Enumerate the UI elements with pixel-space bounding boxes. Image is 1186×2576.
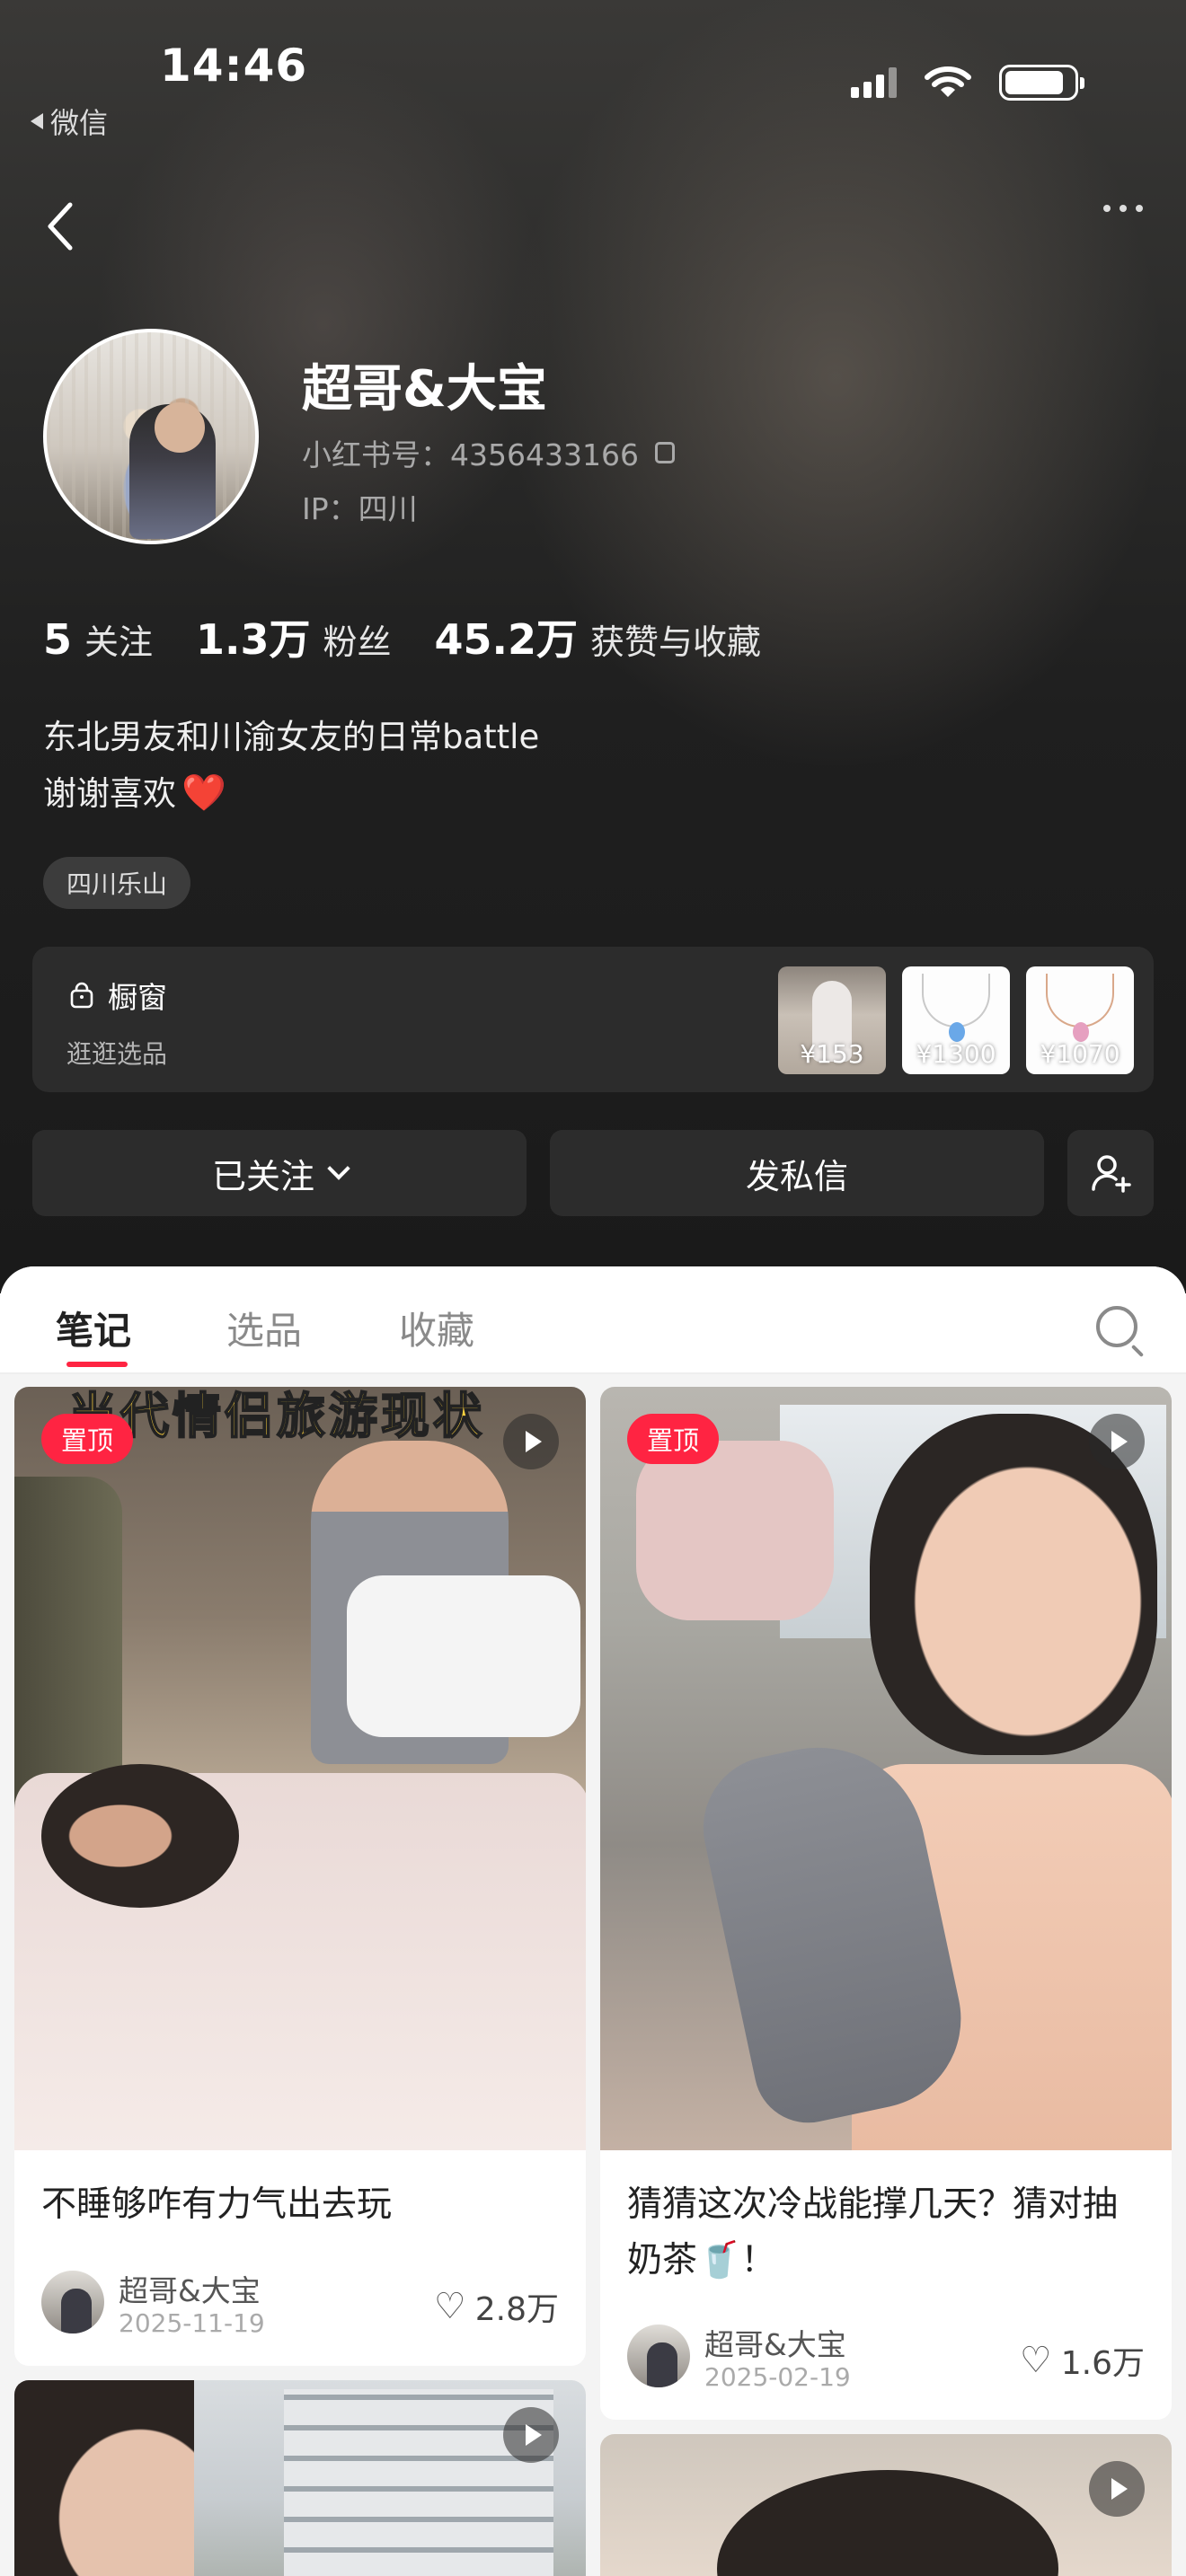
profile-ip: IP：四川 — [302, 491, 418, 526]
chevron-down-icon — [327, 1157, 350, 1180]
wifi-icon — [925, 66, 971, 97]
note-meta: 超哥&大宝 2025-11-19 ♡ 2.8万 — [41, 2271, 559, 2338]
stat-followers-label: 粉丝 — [323, 622, 392, 662]
heart-outline-icon: ♡ — [433, 2286, 466, 2327]
stat-followers[interactable]: 1.3万 粉丝 — [196, 607, 392, 666]
shop-title-row: 橱窗 — [68, 974, 167, 1017]
note-card[interactable]: 当代情侣旅游现状 置顶 不睡够咋有力气出去玩 超哥&大宝 2025-11-19 … — [14, 1387, 586, 2366]
profile-stats: 5 关注 1.3万 粉丝 45.2万 获赞与收藏 — [43, 607, 761, 666]
shop-item-price: ¥1070 — [1040, 1039, 1120, 1069]
pinned-badge: 置顶 — [41, 1414, 134, 1464]
search-icon[interactable] — [1096, 1306, 1137, 1347]
play-icon — [1089, 1414, 1145, 1469]
tab-bar: 笔记 选品 收藏 — [0, 1266, 1186, 1374]
shop-item-price: ¥1300 — [916, 1039, 996, 1069]
tab-active-indicator — [66, 1362, 128, 1367]
note-card[interactable]: 置顶 猜猜这次冷战能撑几天？猜对抽奶茶🥤！ 超哥&大宝 2025-02-19 ♡… — [600, 1387, 1172, 2420]
battery-icon — [999, 65, 1084, 101]
bio-line-2: 谢谢喜欢 — [43, 774, 176, 813]
stat-likes-label: 获赞与收藏 — [590, 622, 762, 662]
profile-id: 小红书号：4356433166 — [302, 437, 639, 472]
play-icon — [503, 2407, 559, 2463]
heart-outline-icon: ♡ — [1019, 2340, 1052, 2381]
shop-thumbnails: ¥153 ¥1300 ¥1070 — [778, 966, 1134, 1074]
back-triangle-icon — [31, 113, 43, 129]
shop-item-necklace-pink[interactable]: ¥1070 — [1026, 966, 1134, 1074]
location-tag[interactable]: 四川乐山 — [43, 857, 191, 909]
like-count: 2.8万 — [474, 2291, 559, 2328]
play-icon — [503, 1414, 559, 1469]
profile-avatar[interactable] — [43, 329, 259, 544]
shop-subtitle: 逛逛选品 — [66, 1039, 168, 1069]
status-time: 14:46 — [160, 40, 308, 92]
back-chevron-icon[interactable] — [43, 199, 79, 253]
status-icons — [851, 65, 1084, 101]
author-name[interactable]: 超哥&大宝 — [704, 2321, 846, 2364]
like-button[interactable]: ♡ 2.8万 — [434, 2283, 559, 2330]
shop-title: 橱窗 — [108, 980, 167, 1015]
shop-item-dress[interactable]: ¥153 — [778, 966, 886, 1074]
stat-followers-count: 1.3万 — [196, 615, 311, 664]
shop-item-necklace-blue[interactable]: ¥1300 — [902, 966, 1010, 1074]
bio-line-1: 东北男友和川渝女友的日常battle — [43, 718, 540, 756]
shop-window-card[interactable]: 橱窗 逛逛选品 ¥153 ¥1300 ¥1070 — [32, 947, 1154, 1092]
pinned-badge: 置顶 — [627, 1414, 720, 1464]
tab-notes[interactable]: 笔记 — [56, 1301, 131, 1355]
profile-id-row: 小红书号：4356433166 — [302, 431, 675, 474]
tab-selections[interactable]: 选品 — [226, 1301, 302, 1355]
note-title: 不睡够咋有力气出去玩 — [41, 2184, 393, 2225]
note-cover-image — [14, 2380, 586, 2576]
stat-likes[interactable]: 45.2万 获赞与收藏 — [435, 607, 762, 666]
back-app-label: 微信 — [50, 106, 109, 140]
note-cover-image — [600, 2434, 1172, 2576]
like-button[interactable]: ♡ 1.6万 — [1020, 2337, 1145, 2384]
heart-emoji: ❤️ — [181, 772, 226, 814]
following-label: 已关注 — [211, 1156, 314, 1196]
send-message-button[interactable]: 发私信 — [550, 1130, 1044, 1216]
note-cover-image: 置顶 — [600, 1387, 1172, 2150]
add-user-icon — [1092, 1155, 1131, 1193]
cellular-signal-icon — [851, 67, 897, 98]
tab-favorites[interactable]: 收藏 — [399, 1301, 474, 1355]
stat-following[interactable]: 5 关注 — [43, 614, 153, 664]
back-to-app-link[interactable]: 微信 — [31, 101, 108, 142]
like-count: 1.6万 — [1060, 2345, 1145, 2382]
copy-icon[interactable] — [654, 442, 675, 463]
note-date: 2025-11-19 — [119, 2308, 265, 2338]
more-options-icon[interactable] — [1103, 205, 1143, 212]
note-card[interactable] — [600, 2434, 1172, 2576]
content-sheet: 笔记 选品 收藏 当代情侣旅游现状 置顶 不睡够咋有力气出去玩 超哥&大宝 20… — [0, 1266, 1186, 2576]
play-icon — [1089, 2461, 1145, 2517]
author-avatar[interactable] — [627, 2325, 690, 2387]
stat-likes-count: 45.2万 — [434, 615, 579, 664]
shopping-bag-icon — [70, 982, 93, 1009]
profile-bio: 东北男友和川渝女友的日常battle 谢谢喜欢 ❤️ — [43, 710, 539, 822]
note-card[interactable] — [14, 2380, 586, 2576]
shop-item-price: ¥153 — [800, 1039, 864, 1069]
author-name[interactable]: 超哥&大宝 — [119, 2267, 261, 2310]
profile-name: 超哥&大宝 — [302, 360, 547, 419]
note-title: 猜猜这次冷战能撑几天？猜对抽奶茶🥤！ — [627, 2184, 1119, 2280]
action-buttons: 已关注 发私信 — [32, 1130, 1154, 1216]
add-friend-button[interactable] — [1067, 1130, 1154, 1216]
note-meta: 超哥&大宝 2025-02-19 ♡ 1.6万 — [627, 2325, 1145, 2392]
note-cover-image: 当代情侣旅游现状 置顶 — [14, 1387, 586, 2150]
profile-header: 14:46 微信 超哥&大宝 小红书号：4356433166 IP：四川 5 关… — [0, 0, 1186, 1293]
author-avatar[interactable] — [41, 2271, 104, 2333]
stat-following-label: 关注 — [84, 622, 154, 662]
following-button[interactable]: 已关注 — [32, 1130, 527, 1216]
stat-following-count: 5 — [43, 615, 73, 664]
bio-line-2-row: 谢谢喜欢 ❤️ — [43, 765, 539, 822]
note-date: 2025-02-19 — [704, 2362, 851, 2392]
